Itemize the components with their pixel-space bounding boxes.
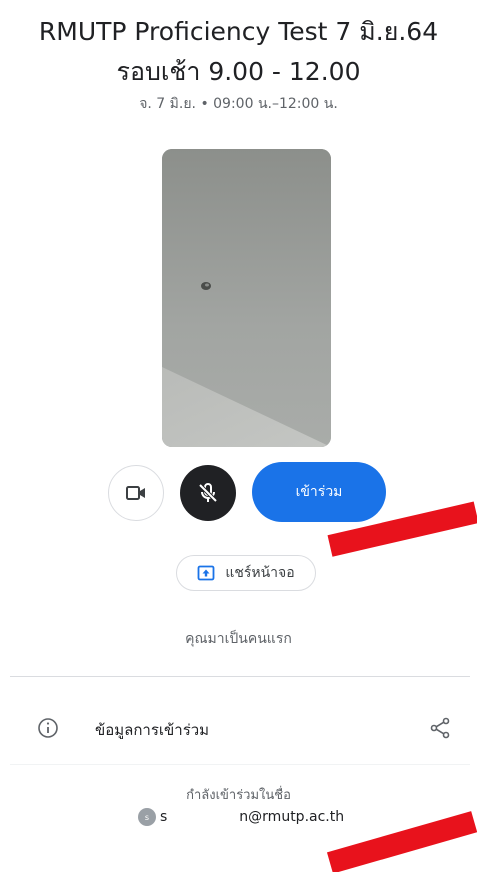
camera-preview-image — [162, 149, 331, 447]
camera-preview — [162, 149, 331, 447]
meeting-title-line1: RMUTP Proficiency Test 7 มิ.ย.64 — [38, 17, 439, 46]
meeting-title-line2: รอบเช้า 9.00 - 12.00 — [116, 57, 361, 86]
media-controls: เข้าร่วม — [0, 462, 477, 522]
redaction-mark — [326, 811, 477, 872]
share-screen-label: แชร์หน้าจอ — [225, 565, 295, 581]
joining-as-label: กำลังเข้าร่วมในชื่อ — [186, 788, 291, 803]
present-to-all-icon — [197, 565, 215, 581]
email-prefix: s — [160, 809, 168, 825]
redacted-area — [167, 808, 240, 826]
account-row: s s n@rmutp.ac.th — [138, 806, 344, 828]
share-screen-button[interactable]: แชร์หน้าจอ — [176, 555, 316, 591]
section-divider — [10, 676, 470, 677]
avatar: s — [138, 808, 156, 826]
first-participant-text: คุณมาเป็นคนแรก — [185, 631, 292, 647]
meeting-schedule: จ. 7 มิ.ย. • 09:00 น.–12:00 น. — [139, 96, 338, 112]
info-icon — [38, 718, 58, 738]
mic-toggle-button[interactable] — [180, 465, 236, 521]
joining-info-row[interactable]: ข้อมูลการเข้าร่วม — [0, 710, 477, 746]
mic-off-icon — [198, 483, 218, 503]
videocam-icon — [126, 486, 145, 500]
camera-toggle-button[interactable] — [108, 465, 164, 521]
meet-prejoin-screen: RMUTP Proficiency Test 7 มิ.ย.64 รอบเช้า… — [0, 0, 477, 872]
join-button[interactable]: เข้าร่วม — [252, 462, 386, 522]
joining-info-label: ข้อมูลการเข้าร่วม — [95, 721, 210, 739]
meeting-title: RMUTP Proficiency Test 7 มิ.ย.64 รอบเช้า… — [0, 12, 477, 92]
section-divider-2 — [10, 764, 470, 765]
share-icon[interactable] — [428, 716, 452, 740]
email-visible: n@rmutp.ac.th — [239, 809, 345, 825]
